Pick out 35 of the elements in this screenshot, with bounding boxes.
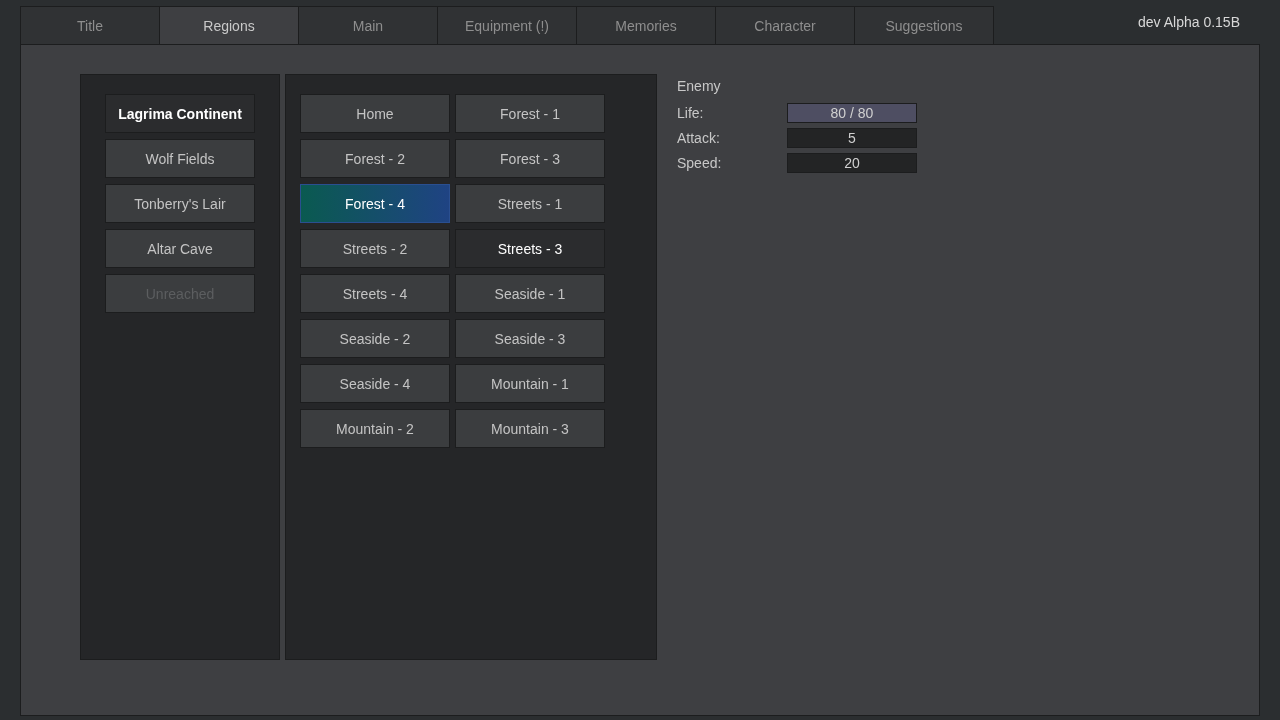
enemy-title: Enemy <box>677 77 722 96</box>
version-label: dev Alpha 0.15B <box>1138 14 1240 30</box>
region-button[interactable]: Altar Cave <box>105 229 255 268</box>
zone-button[interactable]: Forest - 4 <box>300 184 450 223</box>
zone-button[interactable]: Forest - 3 <box>455 139 605 178</box>
tab[interactable]: Title <box>20 6 160 44</box>
tab[interactable]: Suggestions <box>854 6 994 44</box>
stat-label: Attack: <box>677 129 721 146</box>
stat-value: 20 <box>787 152 917 173</box>
zone-button[interactable]: Streets - 1 <box>455 184 605 223</box>
zone-button[interactable]: Streets - 4 <box>300 274 450 313</box>
tab[interactable]: Regions <box>159 6 299 44</box>
tab[interactable]: Memories <box>576 6 716 44</box>
stat-value: 5 <box>787 127 917 148</box>
zone-button[interactable]: Seaside - 3 <box>455 319 605 358</box>
zone-button[interactable]: Mountain - 1 <box>455 364 605 403</box>
stat-label: Speed: <box>677 154 723 171</box>
zone-button[interactable]: Seaside - 2 <box>300 319 450 358</box>
region-button[interactable]: Wolf Fields <box>105 139 255 178</box>
region-button[interactable]: Tonberry's Lair <box>105 184 255 223</box>
zone-button[interactable]: Home <box>300 94 450 133</box>
zone-button[interactable]: Forest - 1 <box>455 94 605 133</box>
zone-button[interactable]: Streets - 2 <box>300 229 450 268</box>
zone-button[interactable]: Streets - 3 <box>455 229 605 268</box>
stat-value: 80 / 80 <box>829 103 875 123</box>
zone-button[interactable]: Seaside - 4 <box>300 364 450 403</box>
tab[interactable]: Character <box>715 6 855 44</box>
zone-button[interactable]: Seaside - 1 <box>455 274 605 313</box>
stat-label: Life: <box>677 104 705 121</box>
zone-button[interactable]: Mountain - 3 <box>455 409 605 448</box>
zone-button[interactable]: Forest - 2 <box>300 139 450 178</box>
zone-button[interactable]: Mountain - 2 <box>300 409 450 448</box>
region-button[interactable]: Lagrima Continent <box>105 94 255 133</box>
tab[interactable]: Main <box>298 6 438 44</box>
tab[interactable]: Equipment (!) <box>437 6 577 44</box>
